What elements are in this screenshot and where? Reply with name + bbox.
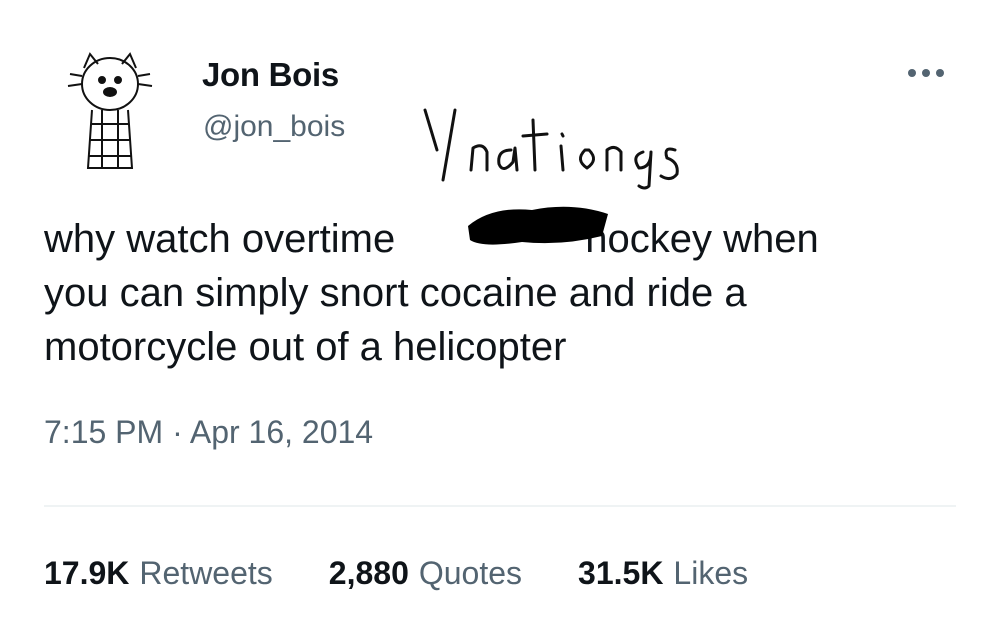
tweet-text-segment: why watch overtime: [44, 217, 396, 261]
divider: [44, 505, 956, 507]
stat-count: 2,880: [328, 555, 409, 591]
dot: [936, 69, 944, 77]
dot: [922, 69, 930, 77]
tweet-text-line: motorcycle out of a helicopter: [44, 325, 567, 369]
avatar[interactable]: [62, 40, 158, 176]
more-options-icon[interactable]: [908, 60, 958, 86]
stat-quotes[interactable]: 2,880 Quotes: [329, 555, 522, 592]
stat-retweets[interactable]: 17.9K Retweets: [44, 555, 273, 592]
calvin-hobbes-avatar-icon: [67, 52, 153, 169]
tweet-text-line: you can simply snort cocaine and ride a: [44, 271, 747, 315]
stat-label: Likes: [673, 555, 749, 591]
stat-likes[interactable]: 31.5K Likes: [578, 555, 748, 592]
author-display-name[interactable]: Jon Bois: [202, 56, 339, 94]
handwritten-note: [423, 108, 679, 190]
author-handle[interactable]: @jon_bois: [203, 110, 345, 144]
redaction-mark: [468, 206, 608, 245]
stat-count: 17.9K: [44, 555, 130, 591]
engagement-stats: 17.9K Retweets 2,880 Quotes 31.5K Likes: [44, 555, 748, 592]
tweet-timestamp[interactable]: 7:15 PM · Apr 16, 2014: [44, 414, 373, 451]
stat-label: Retweets: [139, 555, 273, 591]
stat-count: 31.5K: [578, 555, 664, 591]
tweet-text-segment: hockey when: [585, 217, 819, 261]
stat-label: Quotes: [418, 555, 523, 591]
dot: [908, 69, 916, 77]
